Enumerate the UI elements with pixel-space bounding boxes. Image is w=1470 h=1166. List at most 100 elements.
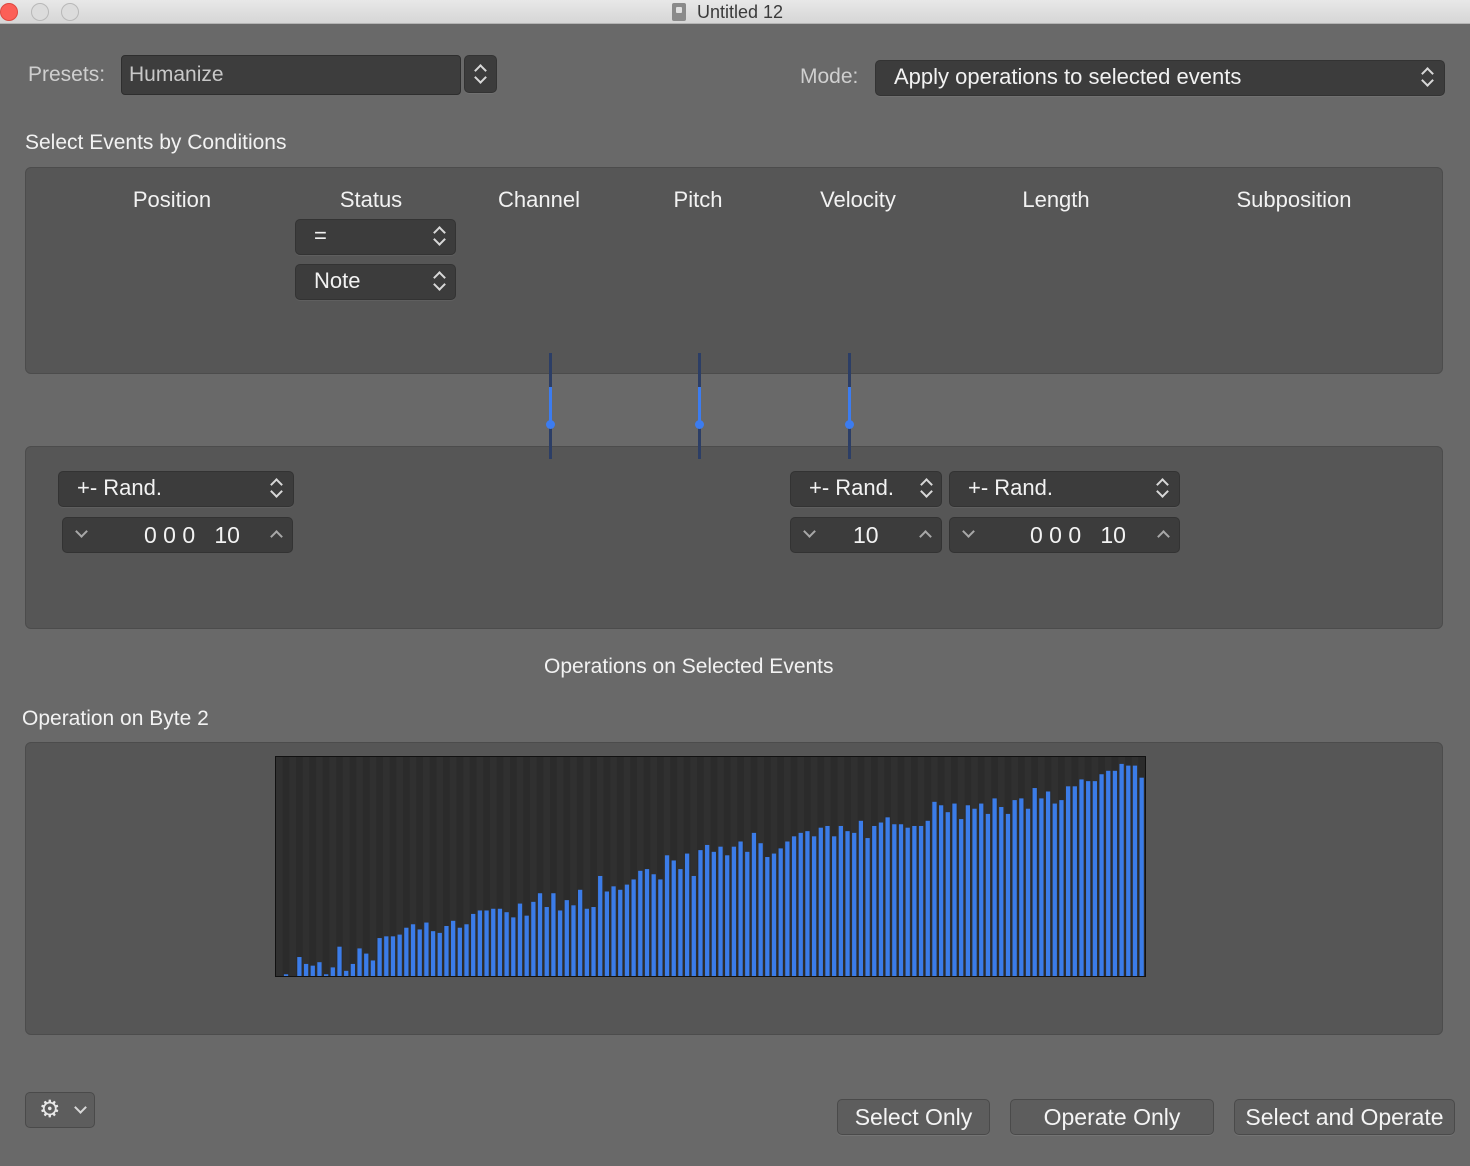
chart-bar — [464, 924, 469, 976]
close-window-button[interactable] — [0, 3, 18, 21]
graph-column-stripe — [356, 757, 363, 976]
presets-menu-button[interactable] — [464, 55, 497, 93]
presets-label: Presets: — [28, 63, 106, 86]
chart-bar — [551, 893, 556, 976]
graph-column-stripe — [302, 757, 310, 976]
column-header-subposition: Subposition — [1236, 187, 1352, 212]
mode-select[interactable]: Apply operations to selected events — [875, 60, 1445, 96]
velocity-operation-stepper[interactable]: 10 — [790, 517, 942, 553]
increment-chevron-icon[interactable] — [1157, 530, 1170, 543]
chart-bar — [557, 910, 563, 976]
chart-bar — [771, 853, 777, 976]
chart-bar — [765, 857, 770, 976]
presets-field[interactable]: Humanize — [121, 55, 461, 95]
chart-bar — [912, 825, 917, 976]
chart-bar — [1106, 770, 1111, 976]
chart-bar — [1119, 763, 1124, 976]
chart-bar — [297, 957, 302, 976]
chart-bar — [731, 846, 737, 976]
chart-bar — [798, 832, 803, 976]
chart-bar — [838, 825, 843, 976]
chart-bar — [825, 825, 830, 976]
chart-bar — [718, 846, 723, 976]
byte2-bar-chart — [276, 757, 1144, 976]
velocity-operation-value: +- Rand. — [809, 475, 894, 500]
velocity-operation-select[interactable]: +- Rand. — [790, 471, 942, 507]
chart-bar — [537, 893, 543, 976]
increment-chevron-icon[interactable] — [270, 530, 283, 543]
chart-bar — [1005, 813, 1011, 976]
chart-bar — [959, 819, 964, 976]
minimize-window-button[interactable] — [31, 3, 49, 21]
action-menu-button[interactable]: ⚙ — [25, 1092, 95, 1128]
pitch-condition-slider[interactable] — [695, 353, 704, 459]
status-type-select[interactable]: Note — [295, 264, 456, 300]
chart-bar — [725, 855, 730, 976]
chart-bar — [651, 874, 656, 976]
chart-bar — [938, 805, 944, 976]
chart-bar — [624, 884, 630, 976]
chevron-updown-icon — [432, 270, 446, 292]
chart-bar — [457, 927, 462, 976]
column-header-channel: Channel — [498, 187, 580, 212]
chart-bar — [404, 927, 409, 976]
chart-bar — [965, 805, 970, 976]
chart-bar — [791, 836, 797, 976]
channel-condition-slider[interactable] — [546, 353, 555, 459]
select-only-button[interactable]: Select Only — [837, 1099, 990, 1135]
chart-bar — [1126, 765, 1131, 976]
operate-only-button[interactable]: Operate Only — [1010, 1099, 1214, 1135]
position-operation-stepper[interactable]: 0 0 0 10 — [62, 517, 293, 553]
chart-bar — [905, 827, 910, 976]
slider-handle[interactable] — [845, 420, 854, 429]
chart-bar — [805, 831, 810, 976]
chart-bar — [484, 910, 489, 976]
byte2-curve-graph[interactable] — [275, 756, 1146, 977]
chart-bar — [684, 853, 690, 976]
chart-bar — [832, 836, 837, 976]
title-bar: Untitled 12 — [0, 0, 1470, 24]
chart-bar — [330, 967, 335, 976]
length-operation-stepper[interactable]: 0 0 0 10 — [949, 517, 1180, 553]
chart-bar — [711, 851, 716, 976]
chart-bar — [357, 948, 362, 976]
chart-bar — [979, 803, 984, 976]
decrement-chevron-icon[interactable] — [75, 525, 88, 538]
chevron-updown-icon — [432, 225, 446, 247]
chart-bar — [337, 946, 342, 976]
chart-bar — [1112, 770, 1118, 976]
chart-bar — [350, 963, 356, 976]
length-operation-amount[interactable]: 0 0 0 10 — [1030, 522, 1126, 549]
status-operator-select[interactable]: = — [295, 219, 456, 255]
column-header-velocity: Velocity — [820, 187, 896, 212]
length-operation-select[interactable]: +- Rand. — [949, 471, 1180, 507]
zoom-window-button[interactable] — [61, 3, 79, 21]
velocity-condition-slider[interactable] — [845, 353, 854, 459]
decrement-chevron-icon[interactable] — [803, 525, 816, 538]
chart-bar — [283, 974, 289, 976]
select-and-operate-button[interactable]: Select and Operate — [1234, 1099, 1455, 1135]
decrement-chevron-icon[interactable] — [962, 525, 975, 538]
increment-chevron-icon[interactable] — [919, 530, 932, 543]
conditions-panel — [25, 167, 1443, 374]
chart-bar — [811, 836, 817, 976]
chart-bar — [1065, 786, 1071, 976]
chart-bar — [1086, 781, 1091, 976]
chart-bar — [644, 869, 650, 976]
graph-column-stripe — [369, 757, 377, 976]
chart-bar — [578, 889, 583, 976]
chart-bar — [611, 886, 616, 976]
chart-bar — [591, 907, 596, 976]
chart-bar — [471, 913, 476, 976]
operations-section-title: Operations on Selected Events — [544, 655, 834, 678]
position-operation-amount[interactable]: 0 0 0 10 — [144, 522, 240, 549]
chart-bar — [892, 824, 897, 976]
slider-handle[interactable] — [546, 420, 555, 429]
chart-bar — [1072, 786, 1077, 976]
position-operation-select[interactable]: +- Rand. — [58, 471, 294, 507]
slider-handle[interactable] — [695, 420, 704, 429]
mode-select-value: Apply operations to selected events — [894, 64, 1242, 89]
velocity-operation-amount[interactable]: 10 — [853, 522, 879, 549]
chart-bar — [477, 910, 483, 976]
chart-bar — [1032, 788, 1037, 976]
